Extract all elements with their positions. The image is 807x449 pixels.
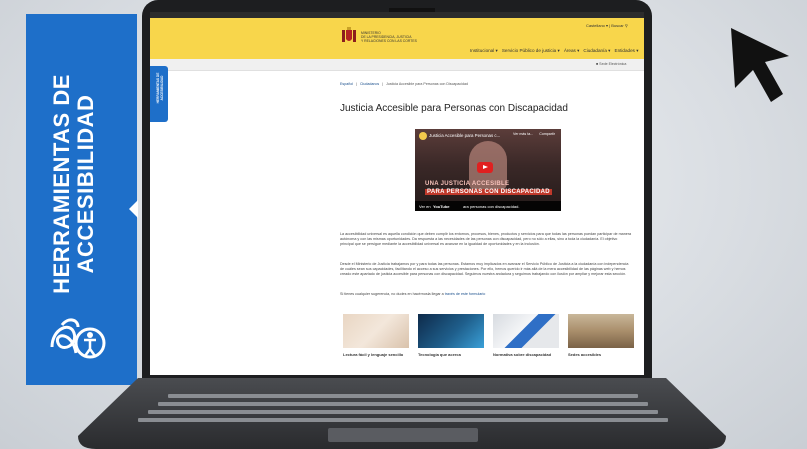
header-utility[interactable]: Castellano ▾ | Buscar ⚲ <box>586 23 628 28</box>
card-title-lectura[interactable]: Lectura fácil y lenguaje sencillo <box>343 352 409 357</box>
sede-label[interactable]: Sede Electrónica <box>599 62 626 66</box>
banner-line-2: ACCESIBILIDAD <box>73 94 98 274</box>
para3-text: Si tienes cualquier sugerencia, no dudes… <box>340 292 445 296</box>
feedback-form-link[interactable]: través de este formulario <box>445 292 486 296</box>
video-player[interactable]: Justicia Accesible para Personas c... Ve… <box>415 129 561 211</box>
coat-of-arms-icon[interactable] <box>341 27 357 45</box>
site-header: MINISTERIO DE LA PRESIDENCIA, JUSTICIA Y… <box>150 18 644 59</box>
ministry-name: MINISTERIO DE LA PRESIDENCIA, JUSTICIA Y… <box>361 31 417 43</box>
youtube-logo[interactable]: YouTube <box>433 204 450 209</box>
language-search[interactable]: Castellano ▾ | Buscar <box>586 23 624 28</box>
banner-line-1: HERRAMIENTAS DE <box>49 74 74 294</box>
nav-areas[interactable]: Áreas ▾ <box>564 48 580 54</box>
intro-paragraph-2: Desde el Ministerio de Justicia trabajam… <box>340 262 629 276</box>
card-title-sedes[interactable]: Sedes accesibles <box>568 352 634 357</box>
breadcrumb-espanol[interactable]: Español <box>340 82 353 86</box>
intro-paragraph-3: Si tienes cualquier sugerencia, no dudes… <box>340 292 632 297</box>
side-tab-label: HERRAMIENTAS DE ACCESIBILIDAD <box>156 72 164 104</box>
card-title-tecnologia[interactable]: Tecnología que acerca <box>418 352 484 357</box>
breadcrumb-current: Justicia Accesible para Personas con Dis… <box>386 82 468 86</box>
page-title: Justicia Accesible para Personas con Dis… <box>340 103 568 114</box>
banner-arrow-icon <box>129 200 138 218</box>
video-top-actions: Ver más ta... Compartir <box>513 132 555 136</box>
video-overlay-line-2: PARA PERSONAS CON DISCAPACIDAD <box>425 189 552 195</box>
card-lectura-facil[interactable]: Lectura fácil y lenguaje sencillo <box>343 314 409 357</box>
channel-avatar-icon[interactable] <box>419 132 427 140</box>
breadcrumb: Español | Ciudadanos | Justicia Accesible … <box>340 82 468 86</box>
accessibility-side-tab[interactable]: HERRAMIENTAS DE ACCESIBILIDAD <box>150 66 168 122</box>
card-thumb-tecnologia <box>418 314 484 348</box>
card-sedes[interactable]: Sedes accesibles <box>568 314 634 357</box>
sede-electronica-link[interactable]: ■ Sede Electrónica <box>596 62 626 66</box>
card-title-normativa[interactable]: Normativa sobre discapacidad <box>493 352 559 357</box>
video-overlay-line-1: UNA JUSTICIA ACCESIBLE <box>425 181 510 187</box>
card-thumb-normativa <box>493 314 559 348</box>
main-nav: Institucional ▾ Servicio Público de just… <box>470 48 639 54</box>
nav-ciudadania[interactable]: Ciudadanía ▾ <box>583 48 610 54</box>
card-thumb-sedes <box>568 314 634 348</box>
card-thumb-lectura <box>343 314 409 348</box>
video-caption: ara personas con discapacidad. <box>463 204 520 209</box>
breadcrumb-ciudadanos[interactable]: Ciudadanos <box>360 82 379 86</box>
nav-institucional[interactable]: Institucional ▾ <box>470 48 498 54</box>
video-title[interactable]: Justicia Accesible para Personas c... <box>429 133 500 138</box>
card-normativa[interactable]: Normativa sobre discapacidad <box>493 314 559 357</box>
intro-paragraph-1: La accesibilidad universal es aquella co… <box>340 232 632 246</box>
search-icon[interactable]: ⚲ <box>625 23 628 28</box>
watch-later-button[interactable]: Ver más ta... <box>513 132 533 136</box>
nav-entidades[interactable]: Entidades ▾ <box>615 48 639 54</box>
nav-servicio-publico[interactable]: Servicio Público de justicia ▾ <box>502 48 560 54</box>
card-tecnologia[interactable]: Tecnología que acerca <box>418 314 484 357</box>
share-button[interactable]: Compartir <box>539 132 555 136</box>
banner-title: HERRAMIENTAS DE ACCESIBILIDAD <box>49 64 110 304</box>
topic-cards: Lectura fácil y lenguaje sencillo Tecnol… <box>343 314 634 357</box>
watch-on-label: Ver en <box>419 204 431 209</box>
sub-bar: ■ Sede Electrónica <box>150 59 644 71</box>
play-icon[interactable] <box>477 162 493 173</box>
accessibility-banner: HERRAMIENTAS DE ACCESIBILIDAD <box>26 14 138 385</box>
cursor-arrow-icon <box>731 28 789 102</box>
accessibility-logo-icon <box>50 318 106 359</box>
youtube-bar: Ver en YouTube ara personas con discapac… <box>415 201 561 211</box>
laptop-keyboard-base <box>78 378 726 449</box>
